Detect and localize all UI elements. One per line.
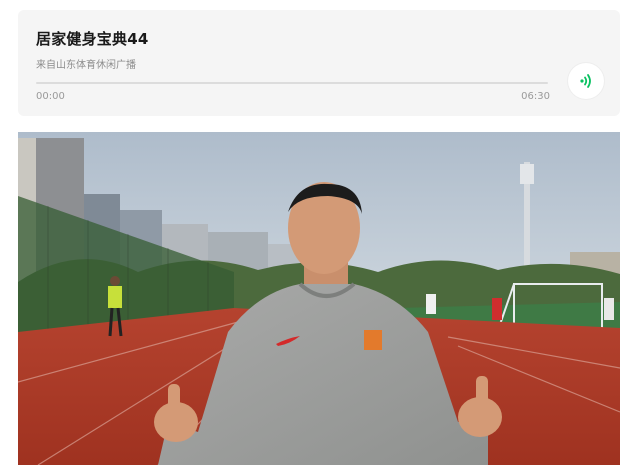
progress-bar[interactable] xyxy=(36,82,548,84)
current-time: 00:00 xyxy=(36,91,65,102)
article-photo xyxy=(18,132,620,465)
audio-title: 居家健身宝典44 xyxy=(36,30,149,48)
total-time: 06:30 xyxy=(521,91,550,102)
audio-player-card[interactable]: 居家健身宝典44 来自山东体育休闲广播 00:00 06:30 xyxy=(18,10,620,116)
play-button[interactable] xyxy=(568,63,604,99)
audio-source: 来自山东体育休闲广播 xyxy=(36,60,136,71)
sound-wave-icon xyxy=(580,74,591,88)
